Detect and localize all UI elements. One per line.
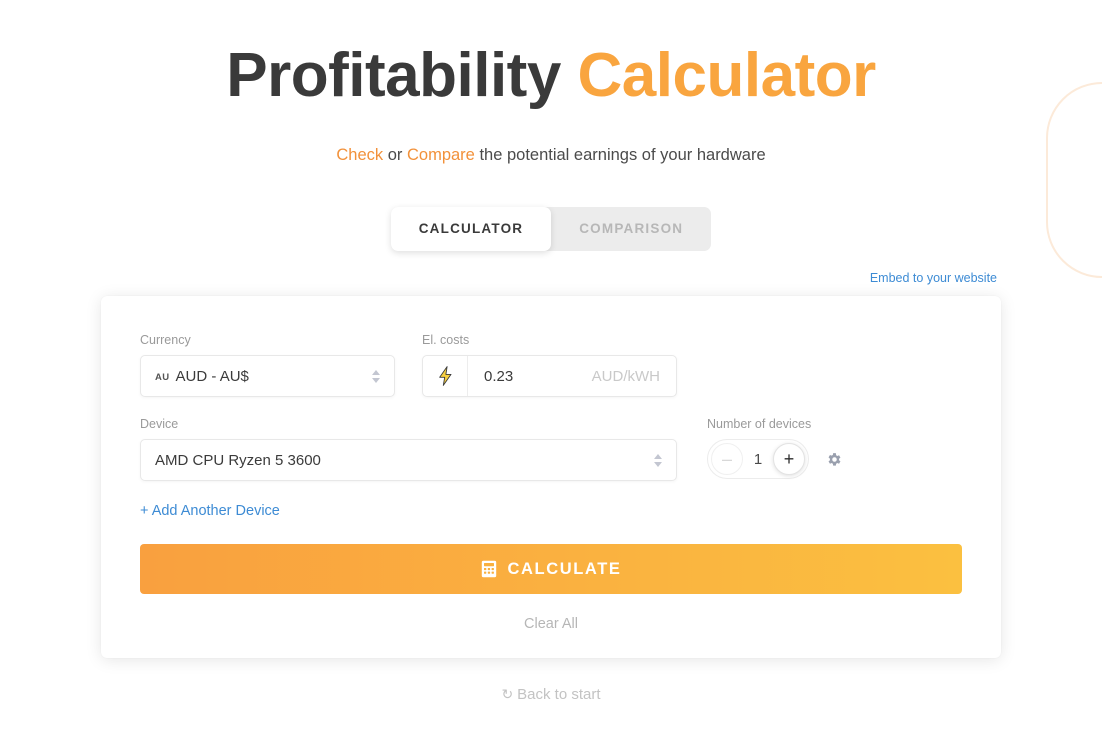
calculate-button[interactable]: CALCULATE <box>140 544 962 595</box>
device-count-label: Number of devices <box>707 417 812 432</box>
device-count-value[interactable]: 1 <box>754 451 762 468</box>
electricity-cost-label: El. costs <box>422 333 470 348</box>
back-to-start-button[interactable]: ↻ Back to start <box>0 686 1102 703</box>
subtitle-or: or <box>383 146 407 165</box>
tabs-container: CALCULATOR COMPARISON <box>0 207 1102 252</box>
electricity-cost-group: AUD/kWH <box>422 355 677 398</box>
decrement-button[interactable]: – <box>711 443 743 476</box>
device-count-field: Number of devices – 1 + <box>707 417 843 481</box>
currency-value: AUD - AU$ <box>175 367 249 385</box>
chevron-updown-icon <box>654 454 662 467</box>
chevron-updown-icon <box>372 370 380 383</box>
embed-row: Embed to your website <box>101 269 1001 287</box>
page-title-accent: Calculator <box>577 41 877 110</box>
device-select[interactable]: AMD CPU Ryzen 5 3600 <box>140 439 677 482</box>
page-root: Profitability Calculator Check or Compar… <box>0 0 1102 739</box>
quantity-stepper: – 1 + <box>707 439 809 480</box>
page-subtitle: Check or Compare the potential earnings … <box>0 108 1102 165</box>
device-value: AMD CPU Ryzen 5 3600 <box>155 451 321 469</box>
tab-group: CALCULATOR COMPARISON <box>390 207 712 252</box>
tab-comparison[interactable]: COMPARISON <box>551 207 711 251</box>
device-label: Device <box>140 417 179 432</box>
currency-label: Currency <box>140 333 191 348</box>
currency-select[interactable]: AU AUD - AU$ <box>140 355 395 398</box>
calculator-card: Currency AU AUD - AU$ El. costs 0.23 AUD… <box>101 296 1001 659</box>
currency-flag-au: AU <box>155 371 170 383</box>
add-another-device-link[interactable]: + Add Another Device <box>140 503 280 519</box>
device-field: Device AMD CPU Ryzen 5 3600 <box>140 417 677 482</box>
embed-to-website-link[interactable]: Embed to your website <box>870 271 997 285</box>
subtitle-rest: the potential earnings of your hardware <box>474 146 766 165</box>
gear-icon[interactable] <box>826 451 843 468</box>
currency-cost-row: Currency AU AUD - AU$ El. costs 0.23 AUD… <box>140 333 962 398</box>
page-title-primary: Profitability <box>226 41 578 110</box>
compare-link[interactable]: Compare <box>407 146 475 164</box>
calculator-icon <box>481 560 497 578</box>
electricity-cost-unit: AUD/kWH <box>591 367 660 385</box>
increment-button[interactable]: + <box>773 443 805 476</box>
reload-icon: ↻ <box>501 686 514 703</box>
check-link[interactable]: Check <box>336 146 383 164</box>
device-row: Device AMD CPU Ryzen 5 3600 Number of de… <box>140 417 962 482</box>
electricity-cost-input[interactable] <box>482 366 578 386</box>
calculate-button-label: CALCULATE <box>507 559 622 578</box>
clear-all-button[interactable]: Clear All <box>140 616 962 632</box>
device-count-controls: – 1 + <box>707 439 843 480</box>
tab-calculator[interactable]: CALCULATOR <box>390 207 552 252</box>
back-to-start-label: Back to start <box>517 686 601 704</box>
currency-field: Currency AU AUD - AU$ <box>140 333 395 398</box>
electricity-cost-field: El. costs AUD/kWH <box>422 333 677 398</box>
page-title: Profitability Calculator <box>0 0 1102 108</box>
lightning-bolt-icon <box>423 356 468 397</box>
electricity-cost-input-wrap <box>468 356 592 396</box>
